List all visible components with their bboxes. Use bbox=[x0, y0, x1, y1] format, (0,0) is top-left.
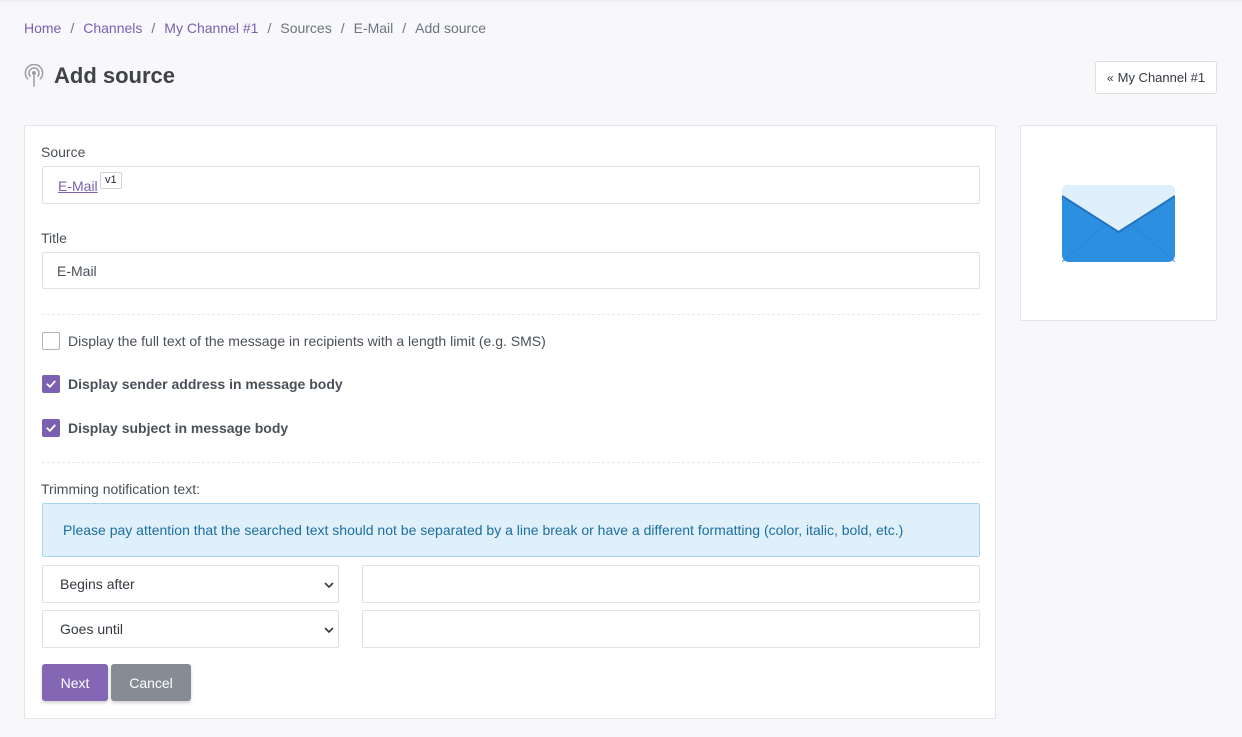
source-label: Source bbox=[41, 144, 86, 160]
top-border bbox=[0, 0, 1242, 2]
sender-address-checkbox[interactable] bbox=[42, 374, 60, 393]
checkmark-icon bbox=[46, 424, 56, 432]
title-label: Title bbox=[41, 230, 67, 246]
source-form-card: Source E-Mail v1 Title Display the full … bbox=[24, 125, 996, 719]
chevron-down-icon bbox=[324, 582, 334, 588]
breadcrumb-channels[interactable]: Channels bbox=[83, 20, 142, 36]
goes-until-input[interactable] bbox=[362, 610, 980, 648]
subject-label: Display subject in message body bbox=[68, 419, 289, 436]
trimming-label: Trimming notification text: bbox=[41, 481, 200, 497]
breadcrumb: Home / Channels / My Channel #1 / Source… bbox=[24, 19, 486, 37]
back-to-channel-button[interactable]: « My Channel #1 bbox=[1095, 61, 1217, 94]
goes-until-select[interactable]: Goes until bbox=[42, 610, 339, 648]
page-title: Add source bbox=[54, 63, 176, 88]
subject-checkbox[interactable] bbox=[42, 418, 60, 437]
version-badge: v1 bbox=[100, 172, 122, 189]
breadcrumb-my-channel[interactable]: My Channel #1 bbox=[164, 20, 258, 36]
subject-option[interactable]: Display subject in message body bbox=[42, 418, 288, 437]
breadcrumb-email: E-Mail bbox=[353, 20, 394, 36]
envelope-icon bbox=[1062, 185, 1175, 262]
goes-until-value: Goes until bbox=[60, 621, 124, 637]
sender-address-option[interactable]: Display sender address in message body bbox=[42, 374, 343, 393]
begins-after-value: Begins after bbox=[60, 576, 135, 592]
full-text-checkbox[interactable] bbox=[42, 331, 60, 350]
title-input[interactable] bbox=[42, 252, 980, 289]
cancel-button[interactable]: Cancel bbox=[111, 664, 191, 701]
back-button-label: My Channel #1 bbox=[1117, 70, 1206, 85]
breadcrumb-separator: / bbox=[267, 20, 272, 36]
breadcrumb-separator: / bbox=[151, 20, 156, 36]
broadcast-icon bbox=[24, 64, 44, 88]
page-header: Add source bbox=[24, 62, 175, 90]
source-icon-card bbox=[1020, 125, 1217, 321]
sender-address-label: Display sender address in message body bbox=[68, 375, 343, 392]
breadcrumb-separator: / bbox=[340, 20, 345, 36]
divider bbox=[42, 462, 980, 463]
source-field: E-Mail v1 bbox=[42, 166, 980, 204]
source-link[interactable]: E-Mail bbox=[58, 178, 98, 194]
full-text-option[interactable]: Display the full text of the message in … bbox=[42, 331, 546, 350]
begins-after-input[interactable] bbox=[362, 565, 980, 603]
next-button[interactable]: Next bbox=[42, 664, 108, 701]
breadcrumb-separator: / bbox=[70, 20, 75, 36]
breadcrumb-sources: Sources bbox=[280, 20, 332, 36]
chevron-down-icon bbox=[324, 627, 334, 633]
breadcrumb-add-source: Add source bbox=[415, 20, 486, 36]
formatting-alert: Please pay attention that the searched t… bbox=[42, 503, 980, 557]
divider bbox=[42, 314, 980, 315]
breadcrumb-home[interactable]: Home bbox=[24, 20, 61, 36]
breadcrumb-separator: / bbox=[402, 20, 407, 36]
chevron-double-left-icon: « bbox=[1106, 70, 1114, 85]
begins-after-select[interactable]: Begins after bbox=[42, 565, 339, 603]
checkmark-icon bbox=[46, 380, 56, 388]
full-text-label: Display the full text of the message in … bbox=[68, 332, 546, 349]
